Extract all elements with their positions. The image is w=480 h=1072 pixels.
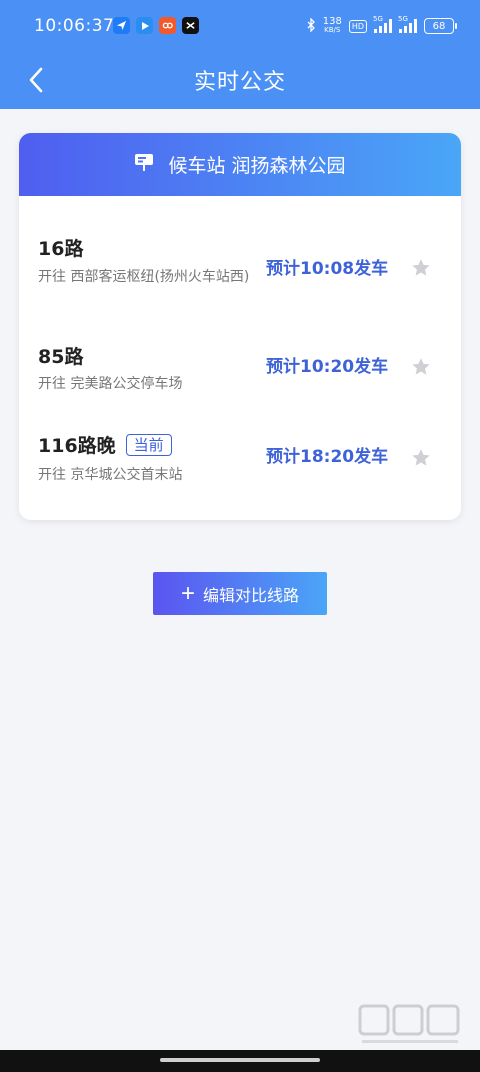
route-card: 候车站 润扬森林公园 16路 开往 西部客运枢纽(扬州火车站西) 预计10:08发… (19, 133, 461, 520)
hd-badge: HD (348, 19, 367, 33)
status-time: 10:06:37 (34, 16, 115, 36)
station-label: 候车站 (168, 155, 226, 177)
station-header: 候车站 润扬森林公园 (19, 133, 461, 196)
station-name: 润扬森林公园 (231, 155, 346, 177)
current-badge: 当前 (125, 433, 172, 456)
bus-stop-sign-icon (134, 152, 154, 177)
route-name: 16路 (38, 238, 84, 260)
route-name: 116路晚 (38, 435, 116, 457)
play-app-icon (136, 17, 153, 34)
status-indicators: 138 KB/S HD 5G 5G 68 (307, 15, 457, 35)
signal-tag: 5G (373, 15, 383, 23)
signal-strength-icon: 5G (373, 15, 392, 33)
route-eta: 预计10:20发车 (266, 357, 389, 377)
plus-icon: + (180, 579, 195, 607)
network-speed: 138 KB/S (323, 17, 342, 35)
page-title: 实时公交 (193, 70, 286, 95)
route-eta: 预计18:20发车 (266, 447, 389, 467)
video-edit-app-icon (182, 17, 199, 34)
star-icon (412, 259, 430, 276)
route-destination: 开往 京华城公交首末站 (38, 467, 183, 483)
route-destination: 开往 完美路公交停车场 (38, 376, 183, 392)
watermark-logo (358, 1004, 460, 1043)
favorite-button[interactable] (409, 446, 433, 470)
paper-plane-app-icon (113, 17, 130, 34)
shopping-app-icon (159, 17, 176, 34)
system-nav-bar (0, 1050, 480, 1072)
favorite-button[interactable] (409, 355, 433, 379)
signal-tag: 5G (398, 15, 408, 23)
star-icon (412, 449, 430, 466)
network-speed-unit: KB/S (324, 26, 341, 34)
favorite-button[interactable] (409, 256, 433, 280)
status-bar: 10:06:37 138 KB/S HD 5G 5G 68 (0, 0, 480, 54)
app-header: 10:06:37 138 KB/S HD 5G 5G 68 实时公交 (0, 0, 480, 109)
edit-button-label: 编辑对比线路 (203, 587, 300, 605)
network-speed-value: 138 (322, 16, 342, 27)
edit-compare-routes-button[interactable]: + 编辑对比线路 (153, 572, 327, 615)
bluetooth-icon (307, 16, 316, 35)
battery-icon: 68 (424, 18, 457, 34)
title-bar: 实时公交 (0, 54, 480, 109)
route-destination: 开往 西部客运枢纽(扬州火车站西) (38, 269, 250, 285)
route-name-row: 116路晚 当前 (38, 431, 172, 458)
notification-icons (113, 17, 199, 34)
star-icon (412, 358, 430, 375)
home-indicator[interactable] (160, 1058, 320, 1062)
route-name: 85路 (38, 346, 84, 368)
route-eta: 预计10:08发车 (266, 259, 389, 279)
signal-strength-icon: 5G (398, 15, 417, 33)
route-name-row: 16路 (38, 234, 83, 261)
route-name-row: 85路 (38, 342, 83, 369)
battery-level: 68 (432, 20, 446, 32)
